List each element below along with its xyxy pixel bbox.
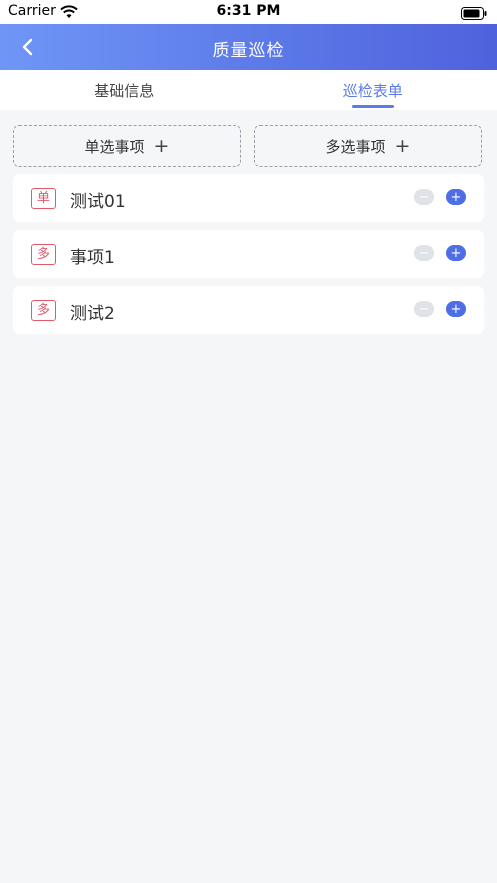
page-title: 质量巡检 [212, 41, 285, 61]
item-label: 测试2 [70, 304, 115, 324]
tab-inspection-form[interactable]: 巡检表单 [249, 70, 497, 110]
plus-icon: + [450, 189, 462, 205]
item-label: 测试01 [70, 192, 126, 212]
tab-bar: 基础信息 巡检表单 [0, 70, 497, 110]
plus-icon: + [394, 134, 411, 157]
add-item-row: 单选事项 + 多选事项 + [13, 125, 482, 167]
remove-button[interactable]: − [414, 189, 434, 205]
list-item: 单 测试01 − + [13, 174, 484, 222]
list-item: 多 事项1 − + [13, 230, 484, 278]
add-button[interactable]: + [446, 189, 466, 205]
plus-icon: + [450, 301, 462, 317]
item-label: 事项1 [70, 248, 115, 268]
item-type-badge: 多 [31, 244, 57, 265]
minus-icon: − [418, 301, 430, 317]
add-button[interactable]: + [446, 245, 466, 261]
list-item: 多 测试2 − + [13, 286, 484, 334]
plus-icon: + [153, 134, 170, 157]
add-multi-choice-button[interactable]: 多选事项 + [254, 125, 482, 167]
item-type-badge: 单 [31, 188, 57, 209]
remove-button[interactable]: − [414, 245, 434, 261]
tab-label: 基础信息 [94, 82, 155, 100]
active-tab-indicator [351, 105, 394, 108]
add-button[interactable]: + [446, 301, 466, 317]
battery-icon [461, 5, 487, 24]
minus-icon: − [418, 189, 430, 205]
minus-icon: − [418, 245, 430, 261]
navigation-bar: 质量巡检 [0, 24, 497, 70]
item-type-badge: 多 [31, 300, 57, 321]
plus-icon: + [450, 245, 462, 261]
status-time: 6:31 PM [216, 3, 281, 19]
add-multi-label: 多选事项 [325, 137, 386, 156]
tab-label: 巡检表单 [342, 82, 403, 100]
add-single-label: 单选事项 [84, 137, 145, 156]
add-single-choice-button[interactable]: 单选事项 + [13, 125, 241, 167]
status-bar: Carrier 6:31 PM [0, 0, 497, 24]
remove-button[interactable]: − [414, 301, 434, 317]
tab-basic-info[interactable]: 基础信息 [0, 70, 249, 110]
